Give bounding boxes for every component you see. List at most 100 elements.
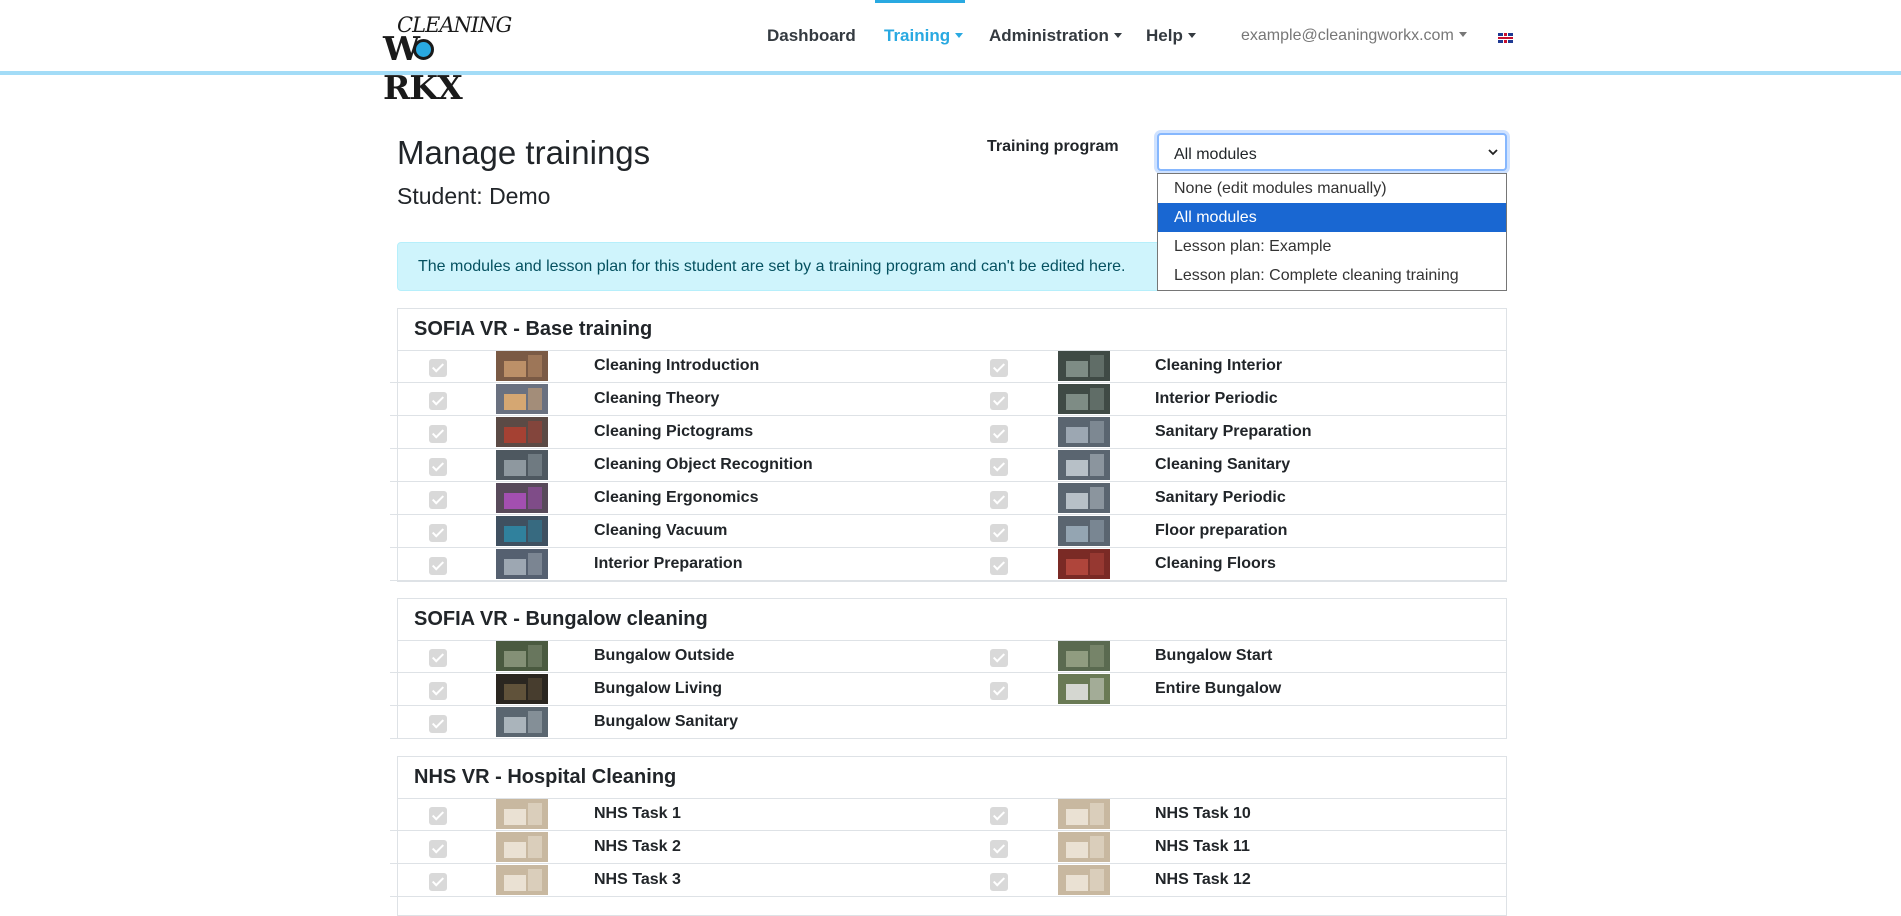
caret-down-icon [1113,33,1122,38]
module-checkbox[interactable] [990,873,1008,891]
module-name: Cleaning Vacuum [594,522,728,539]
module-checkbox[interactable] [990,425,1008,443]
option-lesson-complete[interactable]: Lesson plan: Complete cleaning training [1158,261,1506,290]
module-name: Bungalow Sanitary [594,713,739,730]
user-menu[interactable]: example@cleaningworkx.com [1241,27,1467,45]
module-name: Entire Bungalow [1155,680,1282,697]
module-row: Bungalow Outside [390,640,953,673]
module-name: Bungalow Outside [594,647,735,664]
page-title: Manage trainings [397,134,651,171]
module-checkbox[interactable] [429,682,447,700]
module-name: Floor preparation [1155,522,1288,539]
option-none[interactable]: None (edit modules manually) [1158,174,1506,203]
module-name: Sanitary Preparation [1155,423,1312,440]
cleaningworkx-logo[interactable]: CLEANING W RKX [383,13,512,107]
module-row: Cleaning Theory [390,383,953,416]
module-checkbox[interactable] [990,840,1008,858]
module-checkbox[interactable] [429,491,447,509]
module-checkbox[interactable] [990,359,1008,377]
nav-training[interactable]: Training [884,26,964,46]
module-row: NHS Task 11 [953,831,1506,864]
nav-dashboard[interactable]: Dashboard [767,26,856,46]
uk-flag-icon[interactable] [1498,33,1513,43]
module-name: NHS Task 12 [1155,871,1251,888]
module-checkbox[interactable] [429,807,447,825]
module-name: Bungalow Start [1155,647,1273,664]
module-checkbox[interactable] [429,715,447,733]
module-group-card: NHS VR - Hospital Cleaning NHS Task 1 NHS… [390,756,1507,916]
module-row: NHS Task 2 [390,831,953,864]
module-checkbox[interactable] [990,392,1008,410]
nav-training-label: Training [884,26,951,45]
module-group-card: SOFIA VR - Base training Cleaning Introd… [390,308,1507,582]
module-row: Sanitary Periodic [953,482,1506,515]
module-row: Floor preparation [953,515,1506,548]
caret-down-icon [1458,32,1467,37]
module-row: NHS Task 1 [390,798,953,831]
group-title: SOFIA VR - Base training [414,318,653,340]
group-title: SOFIA VR - Bungalow cleaning [414,608,708,630]
nav-help[interactable]: Help [1146,26,1196,46]
training-program-label: Training program [987,138,1119,155]
nav-administration-label: Administration [989,26,1109,45]
module-row: Cleaning Ergonomics [390,482,953,515]
module-row: Cleaning Sanitary [953,449,1506,482]
module-row: Cleaning Floors [953,548,1506,581]
module-checkbox[interactable] [429,392,447,410]
option-lesson-example[interactable]: Lesson plan: Example [1158,232,1506,261]
module-checkbox[interactable] [429,458,447,476]
module-row: Cleaning Introduction [390,350,953,383]
module-name: Interior Periodic [1155,390,1278,407]
module-row: Bungalow Living [390,673,953,706]
module-name: Cleaning Ergonomics [594,489,759,506]
module-name: Cleaning Interior [1155,357,1283,374]
module-name: Interior Preparation [594,555,743,572]
module-checkbox[interactable] [429,359,447,377]
module-row: Sanitary Preparation [953,416,1506,449]
module-row: Cleaning Pictograms [390,416,953,449]
module-checkbox[interactable] [990,682,1008,700]
module-checkbox[interactable] [990,557,1008,575]
module-name: Cleaning Floors [1155,555,1276,572]
module-name: Sanitary Periodic [1155,489,1286,506]
module-row: NHS Task 12 [953,864,1506,897]
module-name: Cleaning Introduction [594,357,760,374]
module-row: Cleaning Vacuum [390,515,953,548]
module-name: Bungalow Living [594,680,722,697]
module-checkbox[interactable] [429,425,447,443]
module-name: Cleaning Sanitary [1155,456,1291,473]
module-name: NHS Task 11 [1155,838,1250,855]
module-row: Interior Preparation [390,548,953,581]
user-email: example@cleaningworkx.com [1241,27,1454,44]
module-checkbox[interactable] [429,840,447,858]
module-checkbox[interactable] [429,557,447,575]
module-checkbox[interactable] [990,458,1008,476]
caret-down-icon [955,33,964,38]
module-row: Entire Bungalow [953,673,1506,706]
option-all-modules[interactable]: All modules [1158,203,1506,232]
training-program-select[interactable]: All modules [1157,133,1507,171]
module-name: NHS Task 3 [594,871,681,888]
top-navbar: CLEANING W RKX Dashboard Training Admini… [0,0,1901,107]
module-checkbox[interactable] [429,524,447,542]
module-name: NHS Task 1 [594,805,681,822]
module-row: Cleaning Interior [953,350,1506,383]
module-checkbox[interactable] [990,524,1008,542]
nav-administration[interactable]: Administration [989,26,1122,46]
module-name: Cleaning Pictograms [594,423,754,440]
module-checkbox[interactable] [429,873,447,891]
training-program-options: None (edit modules manually) All modules… [1157,173,1507,291]
module-checkbox[interactable] [429,649,447,667]
group-title: NHS VR - Hospital Cleaning [414,766,677,788]
module-row: Bungalow Sanitary [390,706,953,739]
active-nav-indicator [875,0,965,3]
module-checkbox[interactable] [990,491,1008,509]
module-name: NHS Task 10 [1155,805,1251,822]
module-checkbox[interactable] [990,649,1008,667]
logo-text-bottom: W RKX [383,29,463,107]
selected-program: All modules [1174,146,1257,163]
module-checkbox[interactable] [990,807,1008,825]
module-name: NHS Task 2 [594,838,681,855]
logo-ring-icon [413,39,434,60]
module-row: Bungalow Start [953,640,1506,673]
